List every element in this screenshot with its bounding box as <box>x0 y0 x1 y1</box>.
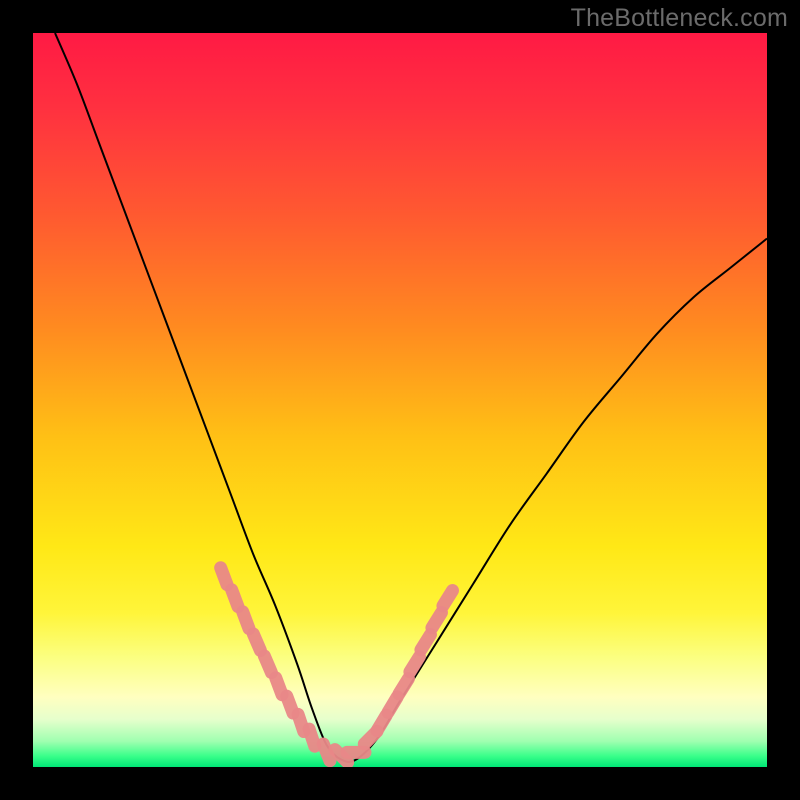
marker-segment <box>399 679 409 694</box>
marker-segment <box>232 590 238 607</box>
marker-segment <box>287 696 293 713</box>
marker-segment <box>264 656 271 673</box>
marker-segment <box>221 568 227 585</box>
marker-segment <box>421 635 431 650</box>
marker-segment <box>443 591 453 606</box>
marker-segment <box>276 678 282 695</box>
plot-background <box>33 33 767 767</box>
watermark-text: TheBottleneck.com <box>571 4 788 33</box>
marker-segment <box>243 612 249 629</box>
marker-segment <box>410 657 420 672</box>
marker-segment <box>309 729 315 746</box>
marker-segment <box>253 634 260 651</box>
bottleneck-chart <box>0 0 800 800</box>
marker-segment <box>323 744 330 761</box>
marker-segment <box>432 613 442 628</box>
chart-stage: TheBottleneck.com <box>0 0 800 800</box>
